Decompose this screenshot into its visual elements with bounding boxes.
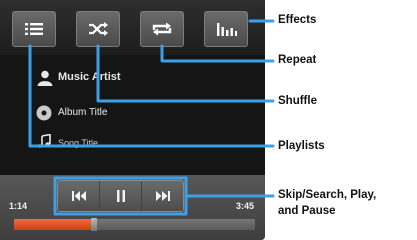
skip-back-button[interactable]: [58, 181, 99, 211]
playback-controls: 1:14 3:45: [0, 175, 265, 240]
repeat-button[interactable]: [140, 11, 184, 47]
skip-back-icon: [71, 191, 86, 201]
album-icon: [36, 105, 52, 121]
callout-effects: Effects: [278, 14, 317, 26]
artist-name: Music Artist: [58, 71, 121, 83]
player-toolbar: [0, 0, 265, 55]
song-title: Song Title: [58, 138, 99, 148]
callout-transport-line2: and Pause: [278, 205, 336, 217]
callout-shuffle: Shuffle: [278, 95, 317, 107]
total-time: 3:45: [236, 201, 255, 211]
callout-repeat: Repeat: [278, 54, 317, 66]
artist-icon: [37, 70, 53, 86]
equalizer-icon: [217, 23, 237, 36]
track-info-area: Music Artist Album Title Song Title: [0, 55, 265, 175]
callout-playlists: Playlists: [278, 140, 325, 152]
shuffle-button[interactable]: [76, 11, 120, 47]
elapsed-time: 1:14: [9, 201, 28, 211]
pause-button[interactable]: [99, 181, 141, 211]
skip-forward-icon: [155, 191, 170, 201]
progress-fill: [14, 219, 94, 230]
shuffle-icon: [89, 22, 108, 36]
album-title: Album Title: [58, 107, 108, 118]
playlists-button[interactable]: [12, 11, 56, 47]
progress-bar[interactable]: [14, 218, 255, 231]
playlist-icon: [25, 23, 43, 35]
repeat-icon: [152, 22, 172, 36]
progress-handle[interactable]: [90, 218, 97, 231]
pause-icon: [116, 190, 125, 202]
song-icon: [37, 134, 51, 148]
music-player-screen: Music Artist Album Title Song Title 1:14…: [0, 0, 265, 240]
callout-transport-line1: Skip/Search, Play,: [278, 189, 377, 201]
effects-button[interactable]: [204, 11, 248, 47]
skip-forward-button[interactable]: [141, 181, 183, 211]
transport-panel: [57, 180, 184, 212]
